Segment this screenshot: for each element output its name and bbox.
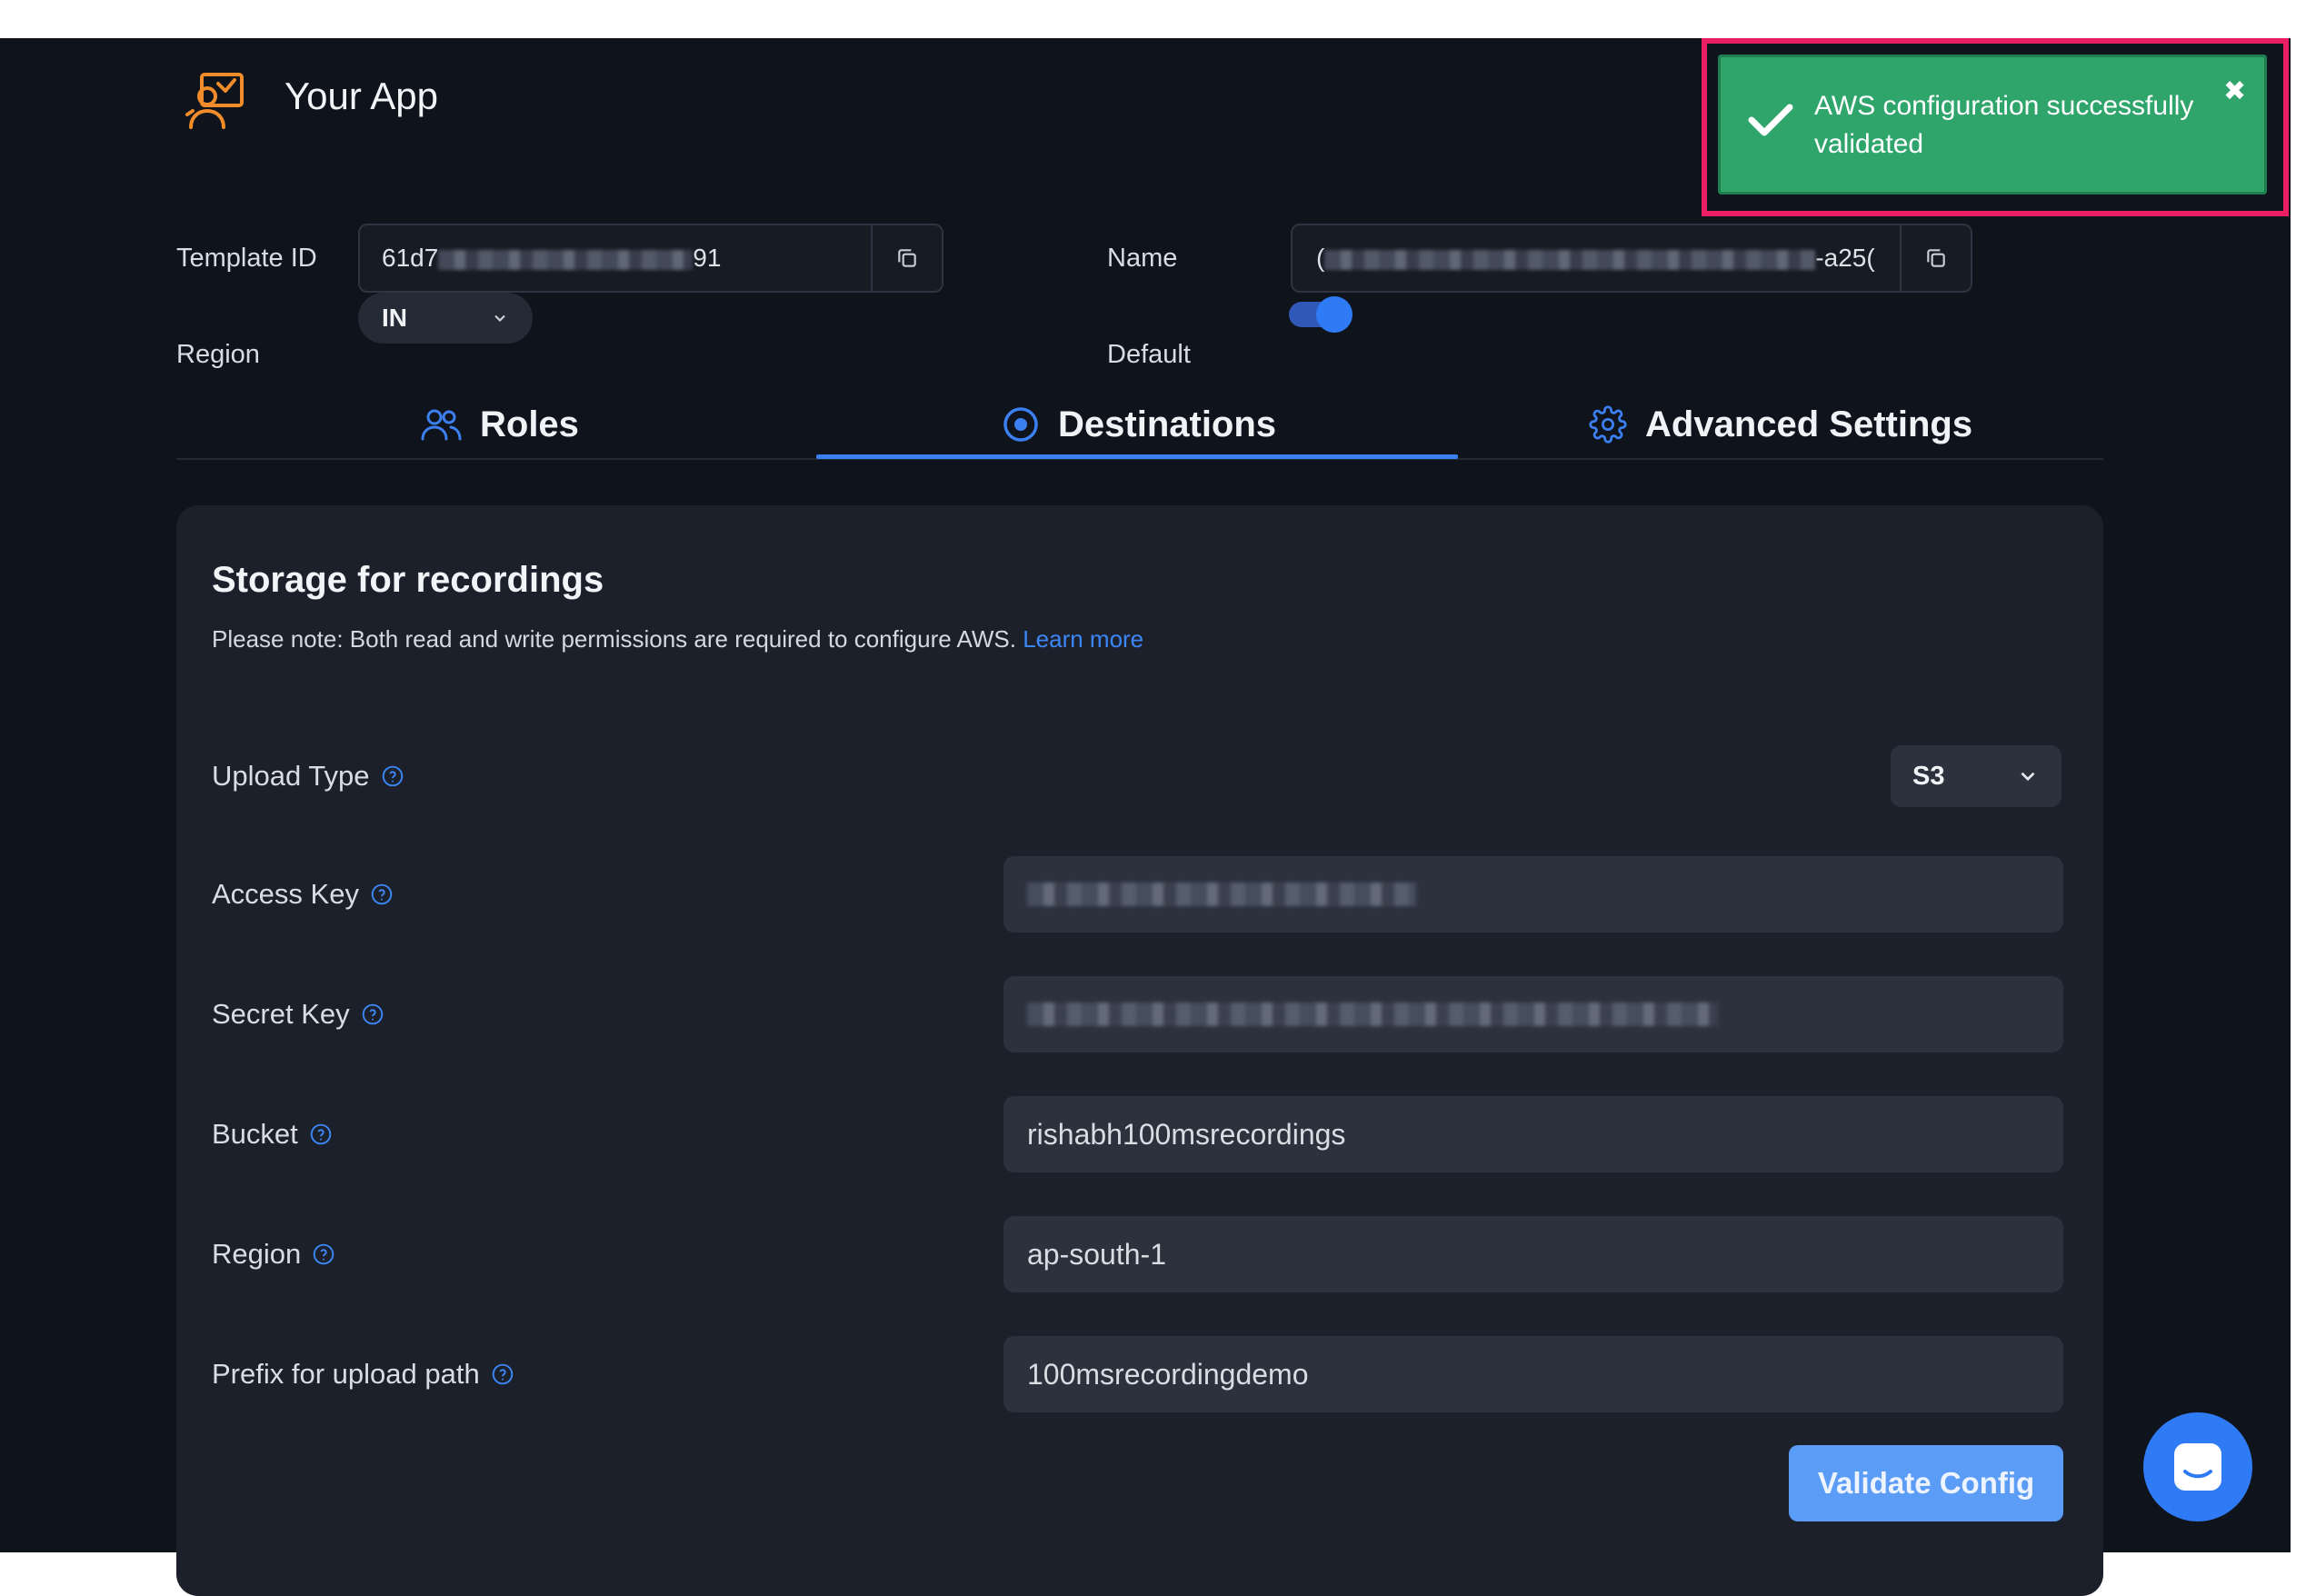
copy-icon bbox=[1927, 249, 1945, 267]
secret-key-text: Secret Key bbox=[212, 998, 350, 1030]
storage-region-value: ap-south-1 bbox=[1027, 1237, 1166, 1271]
template-id-prefix: 61d7 bbox=[382, 244, 439, 272]
app-logo-icon bbox=[182, 69, 247, 135]
region-label: Region bbox=[176, 340, 260, 369]
bucket-text: Bucket bbox=[212, 1118, 298, 1150]
radio-target-icon bbox=[1003, 407, 1038, 442]
chat-icon bbox=[2174, 1443, 2221, 1491]
help-icon[interactable] bbox=[361, 1002, 384, 1026]
template-id-label: Template ID bbox=[176, 244, 317, 273]
gear-icon bbox=[1589, 405, 1627, 444]
learn-more-link[interactable]: Learn more bbox=[1023, 625, 1143, 653]
tab-roles-label: Roles bbox=[480, 404, 579, 444]
upload-type-text: Upload Type bbox=[212, 760, 370, 792]
access-key-text: Access Key bbox=[212, 878, 359, 910]
prefix-label: Prefix for upload path bbox=[212, 1358, 514, 1391]
prefix-input[interactable]: 100msrecordingdemo bbox=[1003, 1336, 2063, 1412]
tab-roles[interactable]: Roles bbox=[420, 393, 579, 456]
permissions-note: Please note: Both read and write permiss… bbox=[212, 625, 1016, 653]
prefix-text: Prefix for upload path bbox=[212, 1358, 480, 1390]
help-icon[interactable] bbox=[370, 883, 394, 906]
secret-key-label: Secret Key bbox=[212, 998, 384, 1031]
tab-destinations-label: Destinations bbox=[1058, 404, 1277, 444]
tab-destinations[interactable]: Destinations bbox=[1002, 393, 1276, 456]
validate-config-button[interactable]: Validate Config bbox=[1789, 1445, 2063, 1521]
help-icon[interactable] bbox=[309, 1122, 333, 1146]
tab-advanced-settings-label: Advanced Settings bbox=[1645, 404, 1973, 444]
copy-icon bbox=[898, 249, 916, 267]
template-id-field[interactable]: 61d7 91 bbox=[358, 224, 943, 293]
app-title: Your App bbox=[285, 75, 438, 117]
check-icon bbox=[1747, 102, 1794, 143]
name-suffix: -a25( bbox=[1815, 244, 1875, 272]
storage-region-text: Region bbox=[212, 1238, 302, 1270]
chevron-down-icon bbox=[2021, 772, 2035, 782]
redacted-text bbox=[1324, 249, 1816, 270]
region-value: IN bbox=[382, 304, 407, 332]
copy-template-id-button[interactable] bbox=[871, 225, 942, 291]
redacted-text bbox=[1027, 883, 1416, 906]
upload-type-select[interactable]: S3 bbox=[1891, 745, 2061, 807]
redacted-text bbox=[438, 249, 694, 270]
help-icon[interactable] bbox=[312, 1242, 335, 1266]
upload-type-label: Upload Type bbox=[212, 760, 404, 793]
bucket-input[interactable]: rishabh100msrecordings bbox=[1003, 1096, 2063, 1172]
close-icon[interactable]: ✖ bbox=[2223, 78, 2246, 105]
users-icon bbox=[421, 409, 462, 441]
prefix-value: 100msrecordingdemo bbox=[1027, 1357, 1309, 1391]
storage-region-input[interactable]: ap-south-1 bbox=[1003, 1216, 2063, 1292]
tab-advanced-settings[interactable]: Advanced Settings bbox=[1589, 393, 1972, 456]
copy-name-button[interactable] bbox=[1900, 225, 1971, 291]
bucket-label: Bucket bbox=[212, 1118, 333, 1151]
chevron-down-icon bbox=[494, 314, 505, 322]
bucket-value: rishabh100msrecordings bbox=[1027, 1117, 1346, 1151]
upload-type-value: S3 bbox=[1912, 761, 1945, 791]
name-field[interactable]: ( -a25( bbox=[1291, 224, 1972, 293]
panel-note: Please note: Both read and write permiss… bbox=[212, 625, 1143, 653]
default-label: Default bbox=[1107, 340, 1191, 369]
access-key-label: Access Key bbox=[212, 878, 394, 911]
redacted-text bbox=[1027, 1002, 1718, 1026]
help-icon[interactable] bbox=[381, 764, 404, 788]
secret-key-input[interactable] bbox=[1003, 976, 2063, 1052]
chat-launcher-button[interactable] bbox=[2143, 1412, 2252, 1521]
region-select[interactable]: IN bbox=[358, 293, 533, 344]
active-tab-indicator bbox=[816, 454, 1458, 459]
template-id-suffix: 91 bbox=[693, 244, 722, 272]
toast-message: AWS configuration successfully validated bbox=[1814, 91, 2194, 159]
access-key-input[interactable] bbox=[1003, 856, 2063, 933]
default-toggle[interactable] bbox=[1289, 296, 1354, 333]
name-label: Name bbox=[1107, 244, 1178, 273]
name-prefix: ( bbox=[1316, 244, 1325, 272]
panel-title: Storage for recordings bbox=[212, 560, 604, 600]
storage-region-label: Region bbox=[212, 1238, 335, 1271]
help-icon[interactable] bbox=[491, 1362, 514, 1386]
